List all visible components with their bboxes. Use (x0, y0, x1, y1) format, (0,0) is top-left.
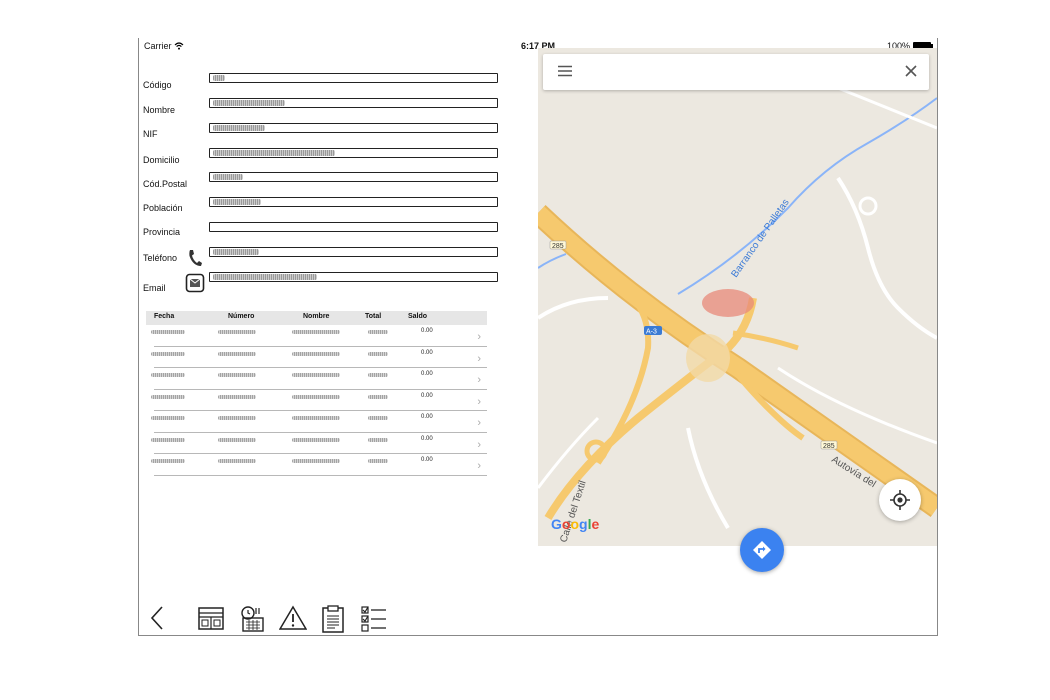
table-header: Fecha Número Nombre Total Saldo (146, 311, 487, 325)
col-nombre: Nombre (303, 313, 330, 320)
label-domicilio: Domicilio (143, 155, 180, 165)
chevron-right-icon: › (477, 395, 481, 408)
provincia-field[interactable] (209, 222, 498, 232)
label-telefono: Teléfono (143, 253, 178, 263)
row-saldo: 0.00 (421, 435, 433, 442)
schedule-calendar-icon[interactable] (238, 605, 266, 633)
directions-button[interactable] (740, 528, 784, 572)
warning-icon[interactable] (279, 605, 307, 631)
phone-icon[interactable] (187, 248, 203, 268)
label-poblacion: Población (143, 203, 183, 213)
label-nombre: Nombre (143, 105, 176, 115)
col-fecha: Fecha (154, 313, 175, 320)
email-icon[interactable] (185, 273, 205, 293)
wifi-icon (174, 42, 184, 50)
row-saldo: 0.00 (421, 371, 433, 377)
codigo-field[interactable] (209, 73, 498, 83)
my-location-button[interactable] (879, 479, 921, 521)
table-row[interactable]: 0.00 › (151, 433, 487, 454)
table-row[interactable]: 0.00 › (151, 390, 487, 411)
ipad-screen: Carrier 6:17 PM 100% Código Nombre NIF D… (138, 38, 938, 636)
chevron-right-icon: › (477, 374, 481, 386)
row-saldo: 0.00 (421, 392, 433, 399)
my-location-icon (890, 490, 910, 510)
label-a3: A-3 (646, 329, 657, 336)
back-chevron-icon[interactable] (149, 605, 165, 631)
table-row[interactable]: 0.00 › (151, 347, 487, 368)
map-canvas[interactable]: Barranco de Palletas A-3 285 285 Autovía… (538, 48, 937, 546)
table-row[interactable]: 0.00 › (151, 368, 487, 390)
chevron-right-icon: › (477, 331, 481, 343)
carrier-text: Carrier (144, 41, 172, 51)
row-saldo: 0.00 (421, 414, 433, 420)
table-row[interactable]: 0.00 › (151, 325, 487, 347)
col-numero: Número (228, 313, 255, 320)
layout-icon[interactable] (197, 605, 225, 631)
chevron-right-icon: › (477, 352, 481, 365)
invoices-table: Fecha Número Nombre Total Saldo 0.00 › 0… (146, 311, 487, 476)
domicilio-field[interactable] (209, 148, 498, 158)
label-email: Email (143, 283, 166, 293)
col-total: Total (365, 313, 382, 320)
poblacion-field[interactable] (209, 197, 498, 207)
hamburger-menu-icon[interactable] (557, 65, 573, 77)
label-barranco: Barranco de Palletas (729, 197, 791, 279)
label-285-b: 285 (823, 443, 835, 450)
nif-field[interactable] (209, 123, 498, 133)
row-saldo: 0.00 (421, 457, 433, 463)
chevron-right-icon: › (477, 460, 481, 472)
label-nif: NIF (143, 129, 158, 139)
directions-icon (753, 541, 771, 559)
telefono-field[interactable] (209, 247, 498, 257)
row-saldo: 0.00 (421, 328, 433, 334)
cod-postal-field[interactable] (209, 172, 498, 182)
close-icon[interactable] (905, 65, 917, 77)
email-field[interactable] (209, 272, 498, 282)
bottom-toolbar (139, 600, 499, 635)
carrier-label: Carrier (144, 41, 184, 51)
clipboard-icon[interactable] (321, 605, 345, 633)
row-saldo: 0.00 (421, 349, 433, 356)
map-view[interactable]: Barranco de Palletas A-3 285 285 Autovía… (538, 48, 937, 546)
map-search-card[interactable] (543, 54, 929, 90)
label-codigo: Código (143, 80, 172, 90)
label-285-a: 285 (552, 243, 564, 250)
label-provincia: Provincia (143, 227, 181, 237)
label-cod-postal: Cód.Postal (143, 179, 188, 189)
col-saldo: Saldo (408, 313, 428, 320)
table-row[interactable]: 0.00 › (151, 411, 487, 433)
table-row[interactable]: 0.00 › (151, 454, 487, 476)
chevron-right-icon: › (477, 417, 481, 429)
checklist-icon[interactable] (360, 605, 388, 633)
nombre-field[interactable] (209, 98, 498, 108)
google-logo: Google (551, 516, 600, 532)
chevron-right-icon: › (477, 438, 481, 451)
